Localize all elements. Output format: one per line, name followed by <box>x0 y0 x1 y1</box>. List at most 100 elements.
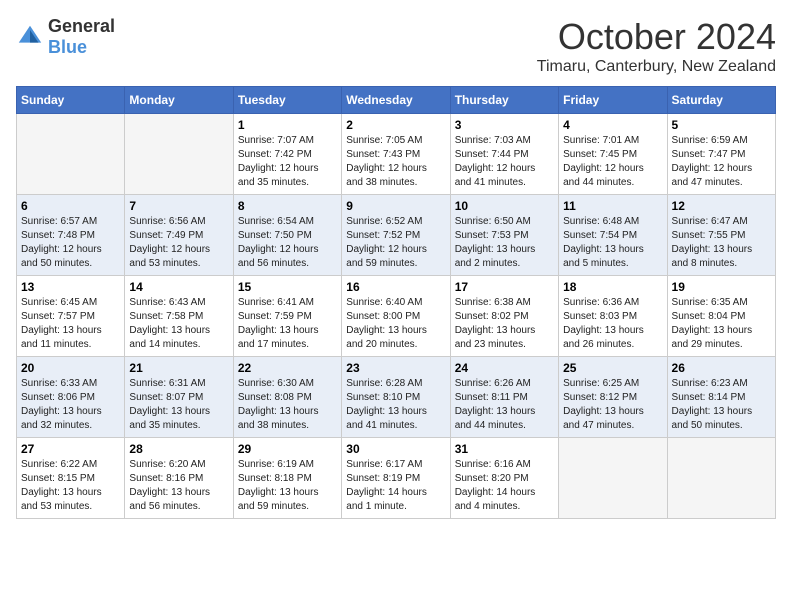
day-number: 2 <box>346 118 445 132</box>
day-number: 23 <box>346 361 445 375</box>
calendar-cell <box>17 114 125 195</box>
day-number: 3 <box>455 118 554 132</box>
day-header-thursday: Thursday <box>450 87 558 114</box>
calendar-cell: 27 Sunrise: 6:22 AMSunset: 8:15 PMDaylig… <box>17 438 125 519</box>
day-number: 20 <box>21 361 120 375</box>
day-number: 24 <box>455 361 554 375</box>
logo-general: General <box>48 16 115 36</box>
day-number: 15 <box>238 280 337 294</box>
day-info: Sunrise: 6:19 AMSunset: 8:18 PMDaylight:… <box>238 459 319 512</box>
day-info: Sunrise: 6:20 AMSunset: 8:16 PMDaylight:… <box>129 459 210 512</box>
day-info: Sunrise: 6:50 AMSunset: 7:53 PMDaylight:… <box>455 216 536 269</box>
day-number: 8 <box>238 199 337 213</box>
day-info: Sunrise: 6:52 AMSunset: 7:52 PMDaylight:… <box>346 216 427 269</box>
day-header-saturday: Saturday <box>667 87 775 114</box>
calendar-cell: 9 Sunrise: 6:52 AMSunset: 7:52 PMDayligh… <box>342 195 450 276</box>
day-info: Sunrise: 6:31 AMSunset: 8:07 PMDaylight:… <box>129 378 210 431</box>
week-row-2: 6 Sunrise: 6:57 AMSunset: 7:48 PMDayligh… <box>17 195 776 276</box>
day-number: 17 <box>455 280 554 294</box>
day-number: 12 <box>672 199 771 213</box>
day-info: Sunrise: 6:56 AMSunset: 7:49 PMDaylight:… <box>129 216 210 269</box>
day-number: 18 <box>563 280 662 294</box>
week-row-5: 27 Sunrise: 6:22 AMSunset: 8:15 PMDaylig… <box>17 438 776 519</box>
calendar-cell: 10 Sunrise: 6:50 AMSunset: 7:53 PMDaylig… <box>450 195 558 276</box>
calendar-cell: 2 Sunrise: 7:05 AMSunset: 7:43 PMDayligh… <box>342 114 450 195</box>
calendar-cell: 24 Sunrise: 6:26 AMSunset: 8:11 PMDaylig… <box>450 357 558 438</box>
calendar-cell: 23 Sunrise: 6:28 AMSunset: 8:10 PMDaylig… <box>342 357 450 438</box>
calendar-cell: 13 Sunrise: 6:45 AMSunset: 7:57 PMDaylig… <box>17 276 125 357</box>
day-info: Sunrise: 7:01 AMSunset: 7:45 PMDaylight:… <box>563 135 644 188</box>
calendar-cell: 28 Sunrise: 6:20 AMSunset: 8:16 PMDaylig… <box>125 438 233 519</box>
day-info: Sunrise: 6:47 AMSunset: 7:55 PMDaylight:… <box>672 216 753 269</box>
title-section: October 2024 Timaru, Canterbury, New Zea… <box>537 16 776 76</box>
day-number: 11 <box>563 199 662 213</box>
day-info: Sunrise: 6:28 AMSunset: 8:10 PMDaylight:… <box>346 378 427 431</box>
day-header-monday: Monday <box>125 87 233 114</box>
day-info: Sunrise: 6:25 AMSunset: 8:12 PMDaylight:… <box>563 378 644 431</box>
calendar-cell <box>125 114 233 195</box>
day-info: Sunrise: 6:35 AMSunset: 8:04 PMDaylight:… <box>672 297 753 350</box>
day-info: Sunrise: 7:05 AMSunset: 7:43 PMDaylight:… <box>346 135 427 188</box>
day-info: Sunrise: 6:23 AMSunset: 8:14 PMDaylight:… <box>672 378 753 431</box>
day-info: Sunrise: 6:48 AMSunset: 7:54 PMDaylight:… <box>563 216 644 269</box>
month-title: October 2024 <box>537 16 776 58</box>
day-number: 21 <box>129 361 228 375</box>
calendar-cell <box>667 438 775 519</box>
calendar-cell <box>559 438 667 519</box>
day-number: 14 <box>129 280 228 294</box>
day-number: 9 <box>346 199 445 213</box>
day-number: 25 <box>563 361 662 375</box>
day-number: 5 <box>672 118 771 132</box>
day-number: 1 <box>238 118 337 132</box>
day-number: 13 <box>21 280 120 294</box>
calendar-cell: 6 Sunrise: 6:57 AMSunset: 7:48 PMDayligh… <box>17 195 125 276</box>
day-header-tuesday: Tuesday <box>233 87 341 114</box>
logo-icon <box>16 23 44 51</box>
calendar-cell: 4 Sunrise: 7:01 AMSunset: 7:45 PMDayligh… <box>559 114 667 195</box>
day-info: Sunrise: 6:54 AMSunset: 7:50 PMDaylight:… <box>238 216 319 269</box>
day-info: Sunrise: 6:38 AMSunset: 8:02 PMDaylight:… <box>455 297 536 350</box>
calendar-cell: 7 Sunrise: 6:56 AMSunset: 7:49 PMDayligh… <box>125 195 233 276</box>
calendar-table: SundayMondayTuesdayWednesdayThursdayFrid… <box>16 86 776 519</box>
calendar-cell: 17 Sunrise: 6:38 AMSunset: 8:02 PMDaylig… <box>450 276 558 357</box>
day-number: 28 <box>129 442 228 456</box>
week-row-4: 20 Sunrise: 6:33 AMSunset: 8:06 PMDaylig… <box>17 357 776 438</box>
calendar-cell: 26 Sunrise: 6:23 AMSunset: 8:14 PMDaylig… <box>667 357 775 438</box>
calendar-cell: 12 Sunrise: 6:47 AMSunset: 7:55 PMDaylig… <box>667 195 775 276</box>
day-info: Sunrise: 6:33 AMSunset: 8:06 PMDaylight:… <box>21 378 102 431</box>
page-header: General Blue October 2024 Timaru, Canter… <box>16 16 776 76</box>
day-number: 16 <box>346 280 445 294</box>
day-number: 6 <box>21 199 120 213</box>
calendar-cell: 5 Sunrise: 6:59 AMSunset: 7:47 PMDayligh… <box>667 114 775 195</box>
day-info: Sunrise: 6:45 AMSunset: 7:57 PMDaylight:… <box>21 297 102 350</box>
calendar-cell: 18 Sunrise: 6:36 AMSunset: 8:03 PMDaylig… <box>559 276 667 357</box>
logo-text: General Blue <box>48 16 115 58</box>
calendar-cell: 21 Sunrise: 6:31 AMSunset: 8:07 PMDaylig… <box>125 357 233 438</box>
day-number: 22 <box>238 361 337 375</box>
calendar-cell: 3 Sunrise: 7:03 AMSunset: 7:44 PMDayligh… <box>450 114 558 195</box>
calendar-cell: 14 Sunrise: 6:43 AMSunset: 7:58 PMDaylig… <box>125 276 233 357</box>
day-number: 30 <box>346 442 445 456</box>
day-info: Sunrise: 6:43 AMSunset: 7:58 PMDaylight:… <box>129 297 210 350</box>
day-header-sunday: Sunday <box>17 87 125 114</box>
day-info: Sunrise: 6:59 AMSunset: 7:47 PMDaylight:… <box>672 135 753 188</box>
day-number: 7 <box>129 199 228 213</box>
day-info: Sunrise: 6:16 AMSunset: 8:20 PMDaylight:… <box>455 459 536 512</box>
calendar-cell: 30 Sunrise: 6:17 AMSunset: 8:19 PMDaylig… <box>342 438 450 519</box>
day-info: Sunrise: 6:30 AMSunset: 8:08 PMDaylight:… <box>238 378 319 431</box>
week-row-3: 13 Sunrise: 6:45 AMSunset: 7:57 PMDaylig… <box>17 276 776 357</box>
calendar-cell: 29 Sunrise: 6:19 AMSunset: 8:18 PMDaylig… <box>233 438 341 519</box>
calendar-cell: 15 Sunrise: 6:41 AMSunset: 7:59 PMDaylig… <box>233 276 341 357</box>
day-number: 4 <box>563 118 662 132</box>
day-info: Sunrise: 6:17 AMSunset: 8:19 PMDaylight:… <box>346 459 427 512</box>
day-info: Sunrise: 6:26 AMSunset: 8:11 PMDaylight:… <box>455 378 536 431</box>
day-info: Sunrise: 7:07 AMSunset: 7:42 PMDaylight:… <box>238 135 319 188</box>
day-info: Sunrise: 6:22 AMSunset: 8:15 PMDaylight:… <box>21 459 102 512</box>
day-header-friday: Friday <box>559 87 667 114</box>
day-info: Sunrise: 6:57 AMSunset: 7:48 PMDaylight:… <box>21 216 102 269</box>
calendar-cell: 19 Sunrise: 6:35 AMSunset: 8:04 PMDaylig… <box>667 276 775 357</box>
week-row-1: 1 Sunrise: 7:07 AMSunset: 7:42 PMDayligh… <box>17 114 776 195</box>
day-info: Sunrise: 7:03 AMSunset: 7:44 PMDaylight:… <box>455 135 536 188</box>
calendar-cell: 1 Sunrise: 7:07 AMSunset: 7:42 PMDayligh… <box>233 114 341 195</box>
logo-blue: Blue <box>48 37 87 57</box>
